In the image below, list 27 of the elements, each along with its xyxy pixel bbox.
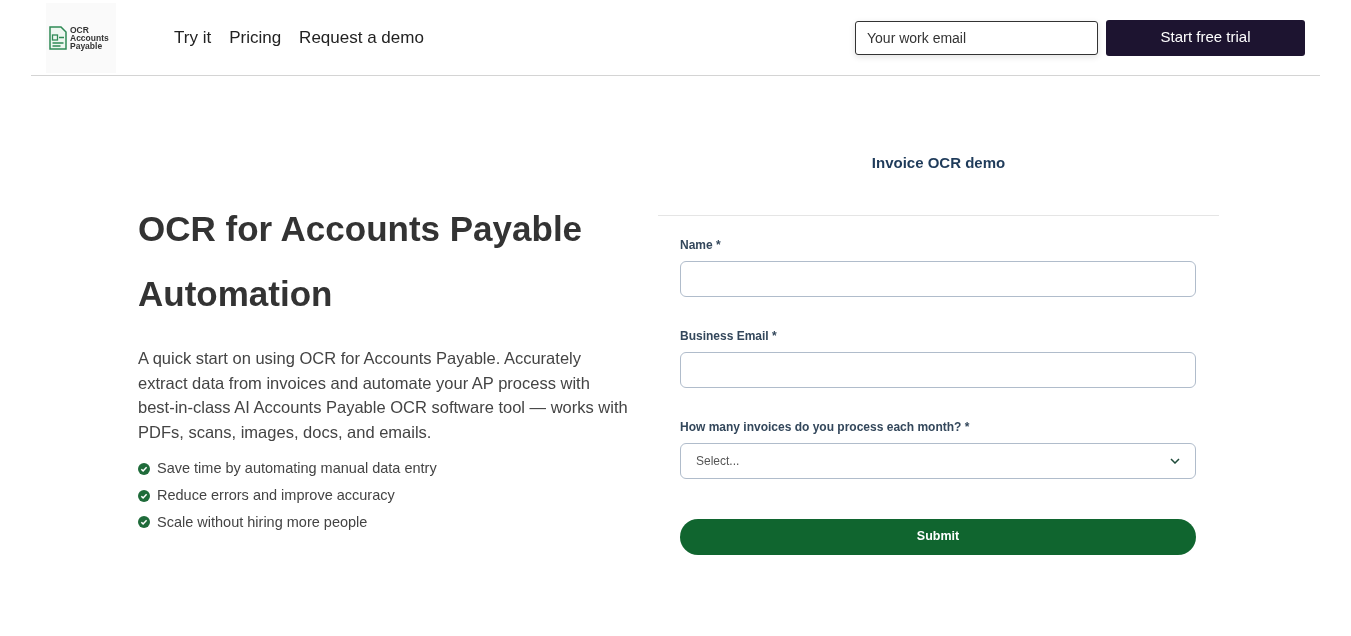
form-title: Invoice OCR demo — [870, 153, 1007, 173]
submit-button[interactable]: Submit — [680, 518, 1196, 555]
nav-link[interactable]: Request a demo — [299, 24, 424, 51]
field-label: Name * — [680, 236, 722, 254]
hero-description: A quick start on using OCR for Accounts Payable. Accurately extract data from invoices and automate your AP process with best-in-class AI Accounts Payable OCR software tool — works with PDFs, scans, images, docs, and emails. — [138, 348, 628, 443]
field-label: Business Email * — [680, 327, 778, 345]
chevron-down-icon — [1170, 457, 1180, 464]
logo-text: Payable — [70, 41, 103, 50]
field-label: How many invoices do you process each month? * — [680, 418, 971, 436]
logo[interactable]: OCR Accounts Payable — [46, 2, 116, 73]
start-trial-button[interactable]: Start free trial — [1106, 19, 1305, 56]
benefit-text: Scale without hiring more people — [157, 512, 368, 532]
nav-link[interactable]: Try it — [174, 24, 212, 51]
text-field[interactable] — [680, 260, 1196, 297]
check-circle-icon — [138, 489, 150, 502]
logo-text: OCR — [70, 25, 90, 34]
benefit-text: Reduce errors and improve accuracy — [157, 485, 395, 505]
nav-link[interactable]: Pricing — [229, 24, 282, 51]
check-circle-icon — [138, 516, 150, 529]
logo-icon — [49, 25, 67, 50]
check-circle-icon — [138, 462, 150, 475]
invoice-count-select[interactable]: Select... — [680, 442, 1196, 479]
benefit-text: Save time by automating manual data entry — [157, 459, 437, 478]
email-field[interactable]: Your work email — [855, 20, 1098, 55]
logo-text: Accounts — [70, 33, 109, 42]
hero-title: OCR for Accounts Payable Automation — [138, 208, 584, 315]
text-field[interactable] — [680, 351, 1196, 388]
